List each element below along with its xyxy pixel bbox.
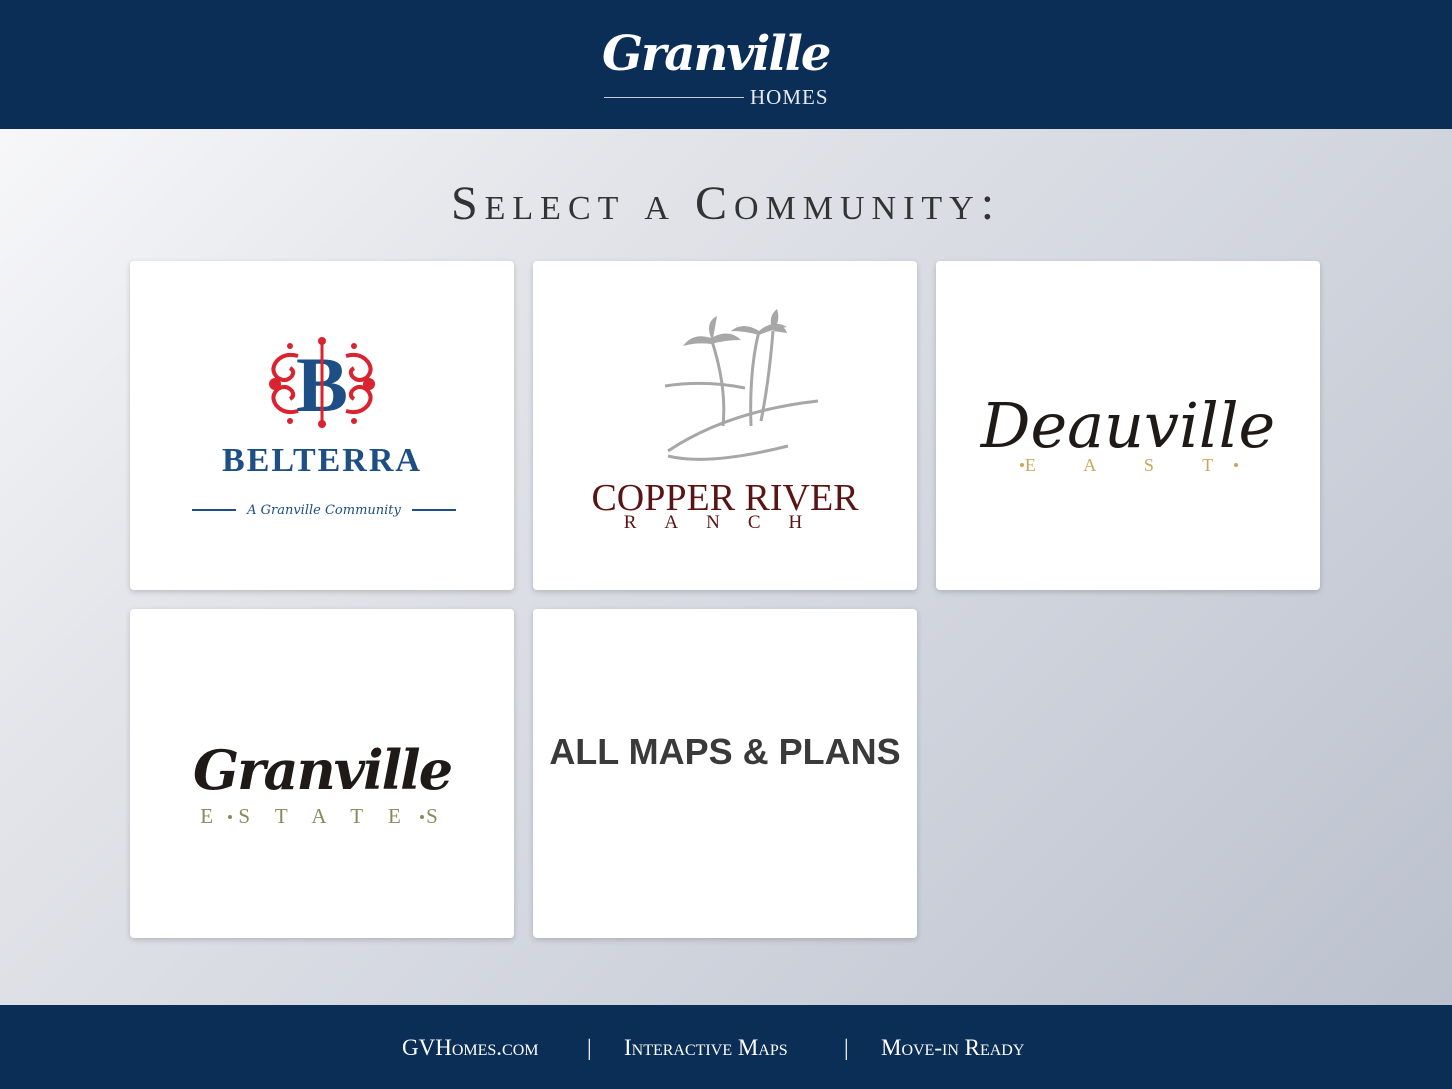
community-card-granville-estates[interactable]: Granville E S T A T E S: [130, 609, 514, 938]
copper-river-ranch-logo: COPPER RIVER RANCH: [591, 309, 859, 533]
logo-subtext: HOMES: [750, 85, 829, 109]
belterra-tagline: A Granville Community: [246, 503, 401, 518]
belterra-logo: B BELTERRA A Granville Community: [192, 337, 456, 518]
granville-estates-sub: E S T A T E S: [200, 804, 448, 828]
footer-link-gvhomes[interactable]: GVHomes.com: [402, 1034, 539, 1062]
site-header: Granville HOMES: [0, 0, 1452, 129]
site-footer: GVHomes.com | Interactive Maps | Move-in…: [0, 1005, 1452, 1089]
logo-rule: [604, 97, 744, 98]
all-maps-plans-label: ALL MAPS & PLANS: [549, 731, 901, 772]
all-maps-plans-card[interactable]: ALL MAPS & PLANS: [533, 609, 917, 938]
deauville-east-logo: Deauville E A S T: [980, 389, 1276, 475]
logo-wordmark: Granville: [602, 26, 831, 82]
footer-link-move-in-ready[interactable]: Move-in Ready: [881, 1034, 1024, 1062]
granville-estates-name: Granville: [193, 738, 452, 802]
deauville-name: Deauville: [980, 389, 1276, 462]
granville-estates-logo: Granville E S T A T E S: [193, 738, 454, 828]
granville-homes-logo[interactable]: Granville HOMES: [596, 18, 856, 113]
community-card-belterra[interactable]: B BELTERRA A Granville Community: [130, 261, 514, 590]
footer-separator: |: [587, 1035, 592, 1060]
belterra-name: BELTERRA: [222, 442, 422, 479]
community-card-copper-river-ranch[interactable]: COPPER RIVER RANCH: [533, 261, 917, 590]
deauville-sub: E A S T: [1025, 455, 1235, 475]
community-card-deauville-east[interactable]: Deauville E A S T: [936, 261, 1320, 590]
footer-separator: |: [844, 1035, 849, 1060]
page-title: Select a Community:: [450, 177, 1002, 230]
footer-link-interactive-maps[interactable]: Interactive Maps: [624, 1034, 788, 1062]
copper-river-sub: RANCH: [624, 512, 831, 533]
